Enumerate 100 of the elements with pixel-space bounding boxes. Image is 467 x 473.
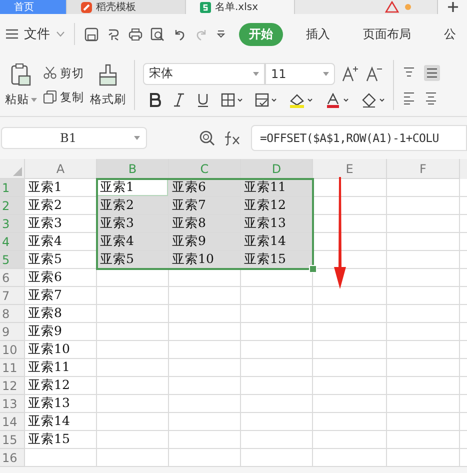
bold-icon[interactable] <box>149 93 161 107</box>
border-icon[interactable] <box>221 93 243 107</box>
table-cell: 亚索3 <box>97 215 168 232</box>
column-header[interactable]: D <box>241 159 313 179</box>
row-header[interactable]: 5 <box>0 251 25 269</box>
row-header[interactable]: 3 <box>0 215 25 233</box>
print-icon[interactable] <box>128 26 143 42</box>
paste-icon[interactable] <box>9 63 33 87</box>
save-icon[interactable] <box>84 26 99 42</box>
row-header[interactable]: 11 <box>0 359 25 377</box>
table-cell-text: 亚索6 <box>27 269 63 286</box>
ribbon-tab[interactable]: 开始 <box>239 22 283 46</box>
row-header[interactable]: 1 <box>0 179 25 197</box>
table-cell-text: 亚索11 <box>27 359 71 376</box>
caret-icon <box>323 72 329 76</box>
table-cell: 亚索6 <box>169 179 240 196</box>
zoom-icon[interactable] <box>199 130 215 146</box>
document-tab[interactable]: 稻壳模板 <box>67 0 186 14</box>
underline-icon[interactable] <box>197 93 209 107</box>
table-cell: 亚索4 <box>97 233 168 250</box>
file-menu[interactable]: 文件 <box>6 25 65 43</box>
chevron-icon <box>56 31 65 37</box>
table-cell-text: 亚索1 <box>27 179 63 196</box>
table-cell-text: 亚索3 <box>27 215 63 232</box>
font-color-icon[interactable] <box>325 92 349 108</box>
table-cell: 亚索5 <box>97 251 168 268</box>
eraser-icon[interactable] <box>361 92 385 108</box>
table-cell: 亚索15 <box>241 251 312 268</box>
table-cell: 亚索14 <box>241 233 312 250</box>
copy-button[interactable]: 复制 <box>43 90 84 104</box>
column-header[interactable]: F <box>387 159 460 179</box>
column-header[interactable]: A <box>25 159 97 179</box>
table-cell: 亚索7 <box>169 197 240 214</box>
paste-button[interactable]: 粘贴 <box>5 92 37 107</box>
row-header[interactable]: 6 <box>0 269 25 287</box>
align-left-icon[interactable] <box>402 91 416 105</box>
table-cell-text: 亚索4 <box>27 233 63 250</box>
table-cell-text: 亚索7 <box>27 287 63 304</box>
document-tab[interactable]: 首页 <box>0 0 67 14</box>
row-header[interactable]: 9 <box>0 323 25 341</box>
format-painter-button[interactable]: 格式刷 <box>90 92 126 107</box>
table-cell: 亚索1 <box>97 179 168 196</box>
fill-handle[interactable] <box>309 265 317 273</box>
column-header[interactable]: C <box>169 159 241 179</box>
row-header[interactable]: 16 <box>0 449 25 467</box>
row-header[interactable]: 2 <box>0 197 25 215</box>
table-cell-text: 亚索10 <box>27 341 71 358</box>
cut-button[interactable]: 剪切 <box>43 66 84 80</box>
row-header[interactable]: 14 <box>0 413 25 431</box>
decrease-font-icon[interactable] <box>365 64 383 82</box>
plus-icon <box>448 2 458 12</box>
row-header[interactable]: 8 <box>0 305 25 323</box>
scissors-icon <box>43 66 57 80</box>
italic-icon[interactable] <box>173 93 185 107</box>
table-cell: 亚索9 <box>169 233 240 250</box>
align-middle-icon[interactable] <box>424 65 440 81</box>
ribbon-tab[interactable]: 插入 <box>296 22 340 46</box>
column-header[interactable]: E <box>313 159 387 179</box>
name-box[interactable]: B1 <box>1 127 147 149</box>
row-header[interactable]: 4 <box>0 233 25 251</box>
row-header[interactable]: 12 <box>0 377 25 395</box>
align-center-icon[interactable] <box>424 91 438 105</box>
table-cell-text: 亚索5 <box>27 251 63 268</box>
row-header[interactable]: 13 <box>0 395 25 413</box>
warning-icon[interactable] <box>385 1 399 13</box>
table-cell-text: 亚索12 <box>27 377 71 394</box>
copy-icon <box>43 90 57 104</box>
fill-color-icon[interactable] <box>289 92 313 108</box>
row-header[interactable]: 10 <box>0 341 25 359</box>
print-preview-icon[interactable] <box>150 26 165 42</box>
table-cell: 亚索13 <box>241 215 312 232</box>
table-cell: 亚索10 <box>169 251 240 268</box>
table-cell-text: 亚索13 <box>27 395 71 412</box>
table-cell-text: 亚索14 <box>27 413 71 430</box>
dropdown-icon[interactable] <box>216 29 226 39</box>
table-cell: 亚索12 <box>241 197 312 214</box>
font-field[interactable]: 宋体 <box>143 62 265 84</box>
row-header[interactable]: 7 <box>0 287 25 305</box>
row-header[interactable]: 15 <box>0 431 25 449</box>
increase-font-icon[interactable] <box>341 64 359 82</box>
ribbon-tab[interactable]: 公 <box>434 22 466 46</box>
column-header[interactable]: B <box>97 159 169 179</box>
triangle-icon <box>13 167 22 176</box>
table-cell: 亚索11 <box>241 179 312 196</box>
formula-field[interactable]: =OFFSET($A$1,ROW(A1)-1+COLU <box>251 125 467 151</box>
arrow-icon <box>334 177 346 289</box>
document-tab[interactable]: 名单.xlsx <box>186 0 295 14</box>
caret-icon <box>31 98 37 102</box>
new-tab-button[interactable] <box>437 0 467 14</box>
table-cell: 亚索2 <box>97 197 168 214</box>
table-cell-text: 亚索2 <box>27 197 63 214</box>
notification-dot-icon <box>405 4 411 10</box>
table-cell-text: 亚索8 <box>27 305 63 322</box>
ribbon-tab[interactable]: 页面布局 <box>353 22 421 46</box>
caret-icon <box>253 72 259 76</box>
caret-icon <box>134 136 140 140</box>
menu-icon <box>6 29 18 39</box>
table-cell-text: 亚索15 <box>27 431 71 448</box>
table-cell: 亚索8 <box>169 215 240 232</box>
font-size-field[interactable]: 11 <box>265 62 335 84</box>
